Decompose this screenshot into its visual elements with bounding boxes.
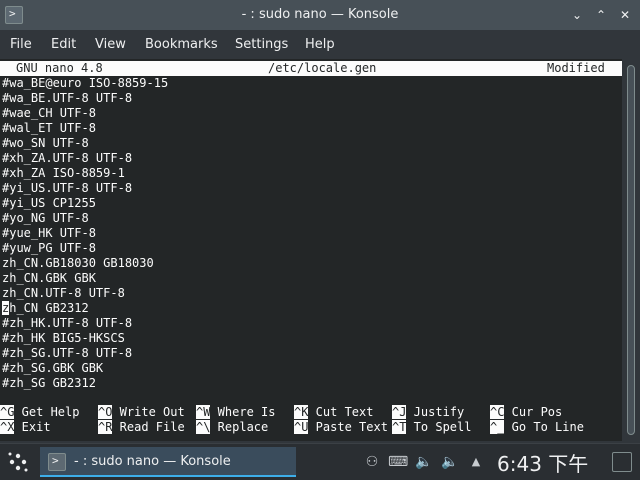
prompt-glyph: >	[52, 454, 59, 467]
scrollbar-thumb[interactable]	[627, 65, 635, 435]
nano-shortcut: ^R Read File	[98, 420, 185, 435]
shortcut-label: Where Is	[210, 405, 276, 419]
shortcut-key: ^T	[392, 420, 407, 434]
shortcut-key: ^O	[98, 405, 113, 419]
maximize-button[interactable]: ⌃	[592, 6, 610, 24]
nano-shortcut: ^\ Replace	[196, 420, 268, 435]
taskbar-task-konsole[interactable]: > - : sudo nano — Konsole	[40, 447, 296, 477]
editor-line: #wae_CH UTF-8	[2, 106, 96, 120]
editor-line: #wal_ET UTF-8	[2, 121, 96, 135]
shortcut-key: ^_	[490, 420, 505, 434]
shortcut-label: Exit	[14, 420, 51, 434]
close-button[interactable]: ✕	[616, 6, 634, 24]
nano-shortcut: ^O Write Out	[98, 405, 185, 420]
minimize-button[interactable]: ⌄	[568, 6, 586, 24]
editor-line: zh_CN GB2312	[2, 301, 89, 315]
menu-help[interactable]: Help	[305, 37, 335, 52]
nano-shortcut: ^U Paste Text	[294, 420, 388, 435]
shortcut-key: ^\	[196, 420, 211, 434]
shortcut-label: Read File	[112, 420, 185, 434]
expand-up-icon[interactable]: ▲	[466, 452, 486, 472]
shortcut-key: ^G	[0, 405, 15, 419]
editor-line: #zh_SG.GBK GBK	[2, 361, 104, 375]
nano-shortcut: ^K Cut Text	[294, 405, 373, 420]
editor-line: #yi_US CP1255	[2, 196, 96, 210]
editor-line: #xh_ZA ISO-8859-1	[2, 166, 125, 180]
shortcut-label: Get Help	[14, 405, 80, 419]
editor-line: zh_CN.GBK GBK	[2, 271, 96, 285]
nano-shortcut: ^G Get Help	[0, 405, 79, 420]
menu-bar: File Edit View Bookmarks Settings Help	[0, 30, 640, 59]
editor-line: zh_CN.GB18030 GB18030	[2, 256, 154, 270]
shortcut-label: Cut Text	[308, 405, 374, 419]
konsole-task-icon: >	[48, 453, 66, 471]
window-title: - : sudo nano — Konsole	[241, 7, 399, 22]
shortcut-key: ^R	[98, 420, 113, 434]
nano-modified-status: Modified	[547, 61, 605, 75]
editor-line: #yi_US.UTF-8 UTF-8	[2, 181, 133, 195]
shortcut-label: Write Out	[112, 405, 185, 419]
editor-line: #yue_HK UTF-8	[2, 226, 96, 240]
volume-icon[interactable]: 🔈	[440, 452, 460, 472]
shortcut-key: ^C	[490, 405, 505, 419]
menu-view[interactable]: View	[95, 37, 126, 52]
nano-shortcut: ^X Exit	[0, 420, 51, 435]
editor-line: #zh_SG GB2312	[2, 376, 96, 390]
terminal-view[interactable]: GNU nano 4.8 /etc/locale.gen Modified #w…	[0, 59, 622, 441]
taskbar: > - : sudo nano — Konsole ⚇ ⌨ 🔈 🔈 ▲ 6:43…	[0, 443, 640, 480]
editor-line: #zh_HK.UTF-8 UTF-8	[2, 316, 133, 330]
nano-filename: /etc/locale.gen	[268, 61, 377, 75]
nano-version: GNU nano 4.8	[16, 61, 103, 75]
show-desktop-icon[interactable]	[612, 452, 632, 472]
shortcut-label: Justify	[406, 405, 465, 419]
shortcut-label: To Spell	[406, 420, 472, 434]
shortcut-key: ^J	[392, 405, 407, 419]
menu-file[interactable]: File	[10, 37, 32, 52]
editor-line: #wo_SN UTF-8	[2, 136, 89, 150]
editor-line: zh_CN.UTF-8 UTF-8	[2, 286, 125, 300]
shortcut-key: ^W	[196, 405, 211, 419]
shortcut-label: Paste Text	[308, 420, 388, 434]
text-cursor: z	[2, 301, 10, 315]
editor-line: #wa_BE@euro ISO-8859-15	[2, 76, 169, 90]
volume-icon[interactable]: 🔈	[414, 452, 434, 472]
menu-settings[interactable]: Settings	[235, 37, 288, 52]
editor-line: #zh_SG.UTF-8 UTF-8	[2, 346, 133, 360]
menu-bookmarks[interactable]: Bookmarks	[145, 37, 218, 52]
shortcut-row-1: ^G Get Help ^O Write Out ^W Where Is ^K Cut…	[0, 405, 622, 420]
editor-buffer[interactable]: #wa_BE@euro ISO-8859-15 #wa_BE.UTF-8 UTF-…	[2, 76, 612, 391]
editor-line: #zh_HK BIG5-HKSCS	[2, 331, 125, 345]
nano-shortcut: ^C Cur Pos	[490, 405, 562, 420]
shortcut-key: ^K	[294, 405, 309, 419]
shortcut-row-2: ^X Exit ^R Read File ^\ Replace ^U Paste Te…	[0, 420, 622, 435]
nano-header-bar: GNU nano 4.8 /etc/locale.gen Modified	[0, 61, 622, 76]
task-label: - : sudo nano — Konsole	[74, 454, 231, 469]
terminal-scrollbar[interactable]	[622, 59, 640, 441]
nano-shortcut: ^J Justify	[392, 405, 464, 420]
shortcut-key: ^X	[0, 420, 15, 434]
nano-shortcut: ^W Where Is	[196, 405, 275, 420]
editor-line: #yuw_PG UTF-8	[2, 241, 96, 255]
editor-line: #wa_BE.UTF-8 UTF-8	[2, 91, 133, 105]
editor-line: #yo_NG UTF-8	[2, 211, 89, 225]
user-icon[interactable]: ⚇	[362, 452, 382, 472]
shortcut-label: Go To Line	[504, 420, 584, 434]
shortcut-label: Cur Pos	[504, 405, 563, 419]
shortcut-label: Replace	[210, 420, 269, 434]
clock[interactable]: 6:43 下午	[497, 448, 588, 477]
app-launcher-icon[interactable]	[6, 450, 30, 474]
keyboard-icon[interactable]: ⌨	[388, 452, 408, 472]
editor-line: #xh_ZA.UTF-8 UTF-8	[2, 151, 133, 165]
shortcut-key: ^U	[294, 420, 309, 434]
nano-shortcut: ^T To Spell	[392, 420, 471, 435]
menu-edit[interactable]: Edit	[51, 37, 76, 52]
nano-shortcut: ^_ Go To Line	[490, 420, 584, 435]
nano-shortcut-bar: ^G Get Help ^O Write Out ^W Where Is ^K Cut…	[0, 405, 622, 435]
window-titlebar: > - : sudo nano — Konsole ⌄ ⌃ ✕	[0, 0, 640, 30]
